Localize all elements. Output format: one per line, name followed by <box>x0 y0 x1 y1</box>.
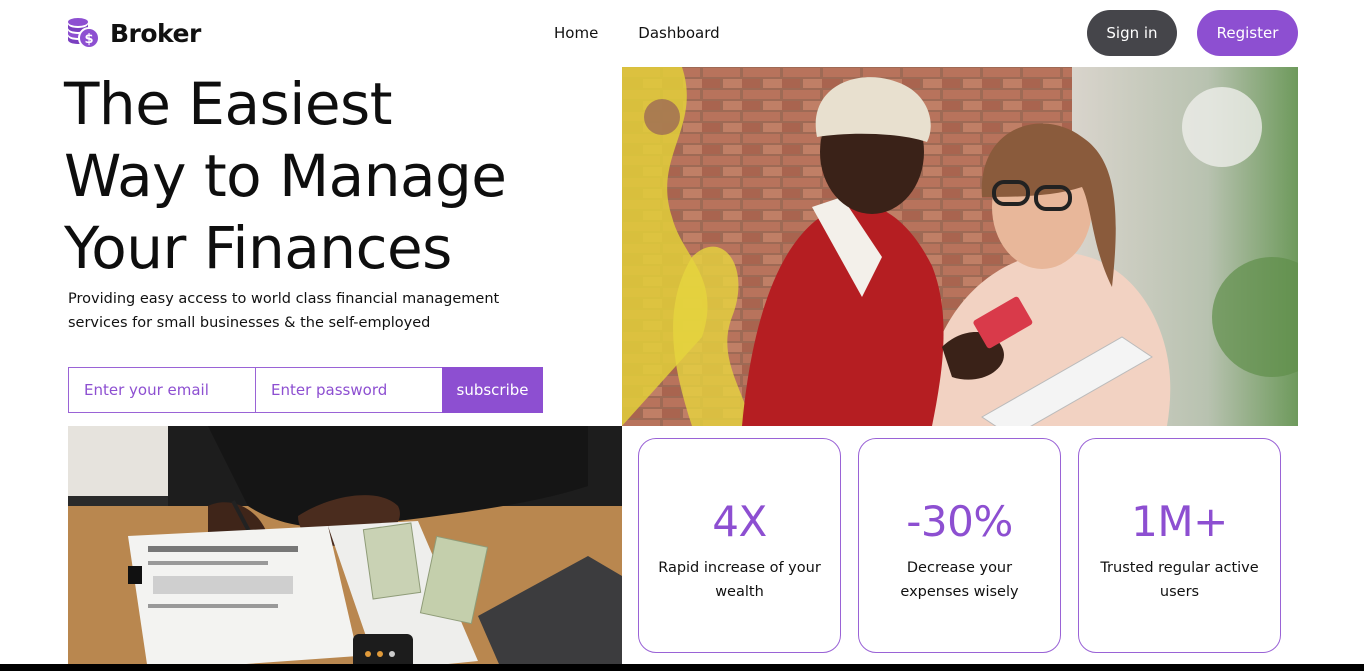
hero-title: The Easiest Way to Manage Your Finances <box>64 68 614 284</box>
stat-card: 1M+ Trusted regular active users <box>1078 438 1281 653</box>
stat-label: Decrease your expenses wisely <box>900 560 1019 600</box>
svg-text:$: $ <box>84 32 93 47</box>
stat-value: -30% <box>906 497 1013 546</box>
hero-photo-women <box>622 67 1298 426</box>
stat-card: -30% Decrease your expenses wisely <box>858 438 1061 653</box>
stat-value: 4X <box>712 497 767 546</box>
desk-photo-finances <box>68 426 622 671</box>
hero-title-line: Your Finances <box>64 214 452 282</box>
nav-dashboard-link[interactable]: Dashboard <box>638 24 719 42</box>
brand-logo[interactable]: $ Broker <box>66 16 201 50</box>
hero-title-line: The Easiest <box>64 70 392 138</box>
main-nav: Home Dashboard <box>554 24 720 42</box>
hero-subtitle: Providing easy access to world class fin… <box>68 291 500 331</box>
register-button[interactable]: Register <box>1197 10 1298 56</box>
email-input[interactable] <box>68 367 256 413</box>
nav-home-link[interactable]: Home <box>554 24 598 42</box>
hero-title-line: Way to Manage <box>64 142 507 210</box>
sign-in-button[interactable]: Sign in <box>1087 10 1177 56</box>
coins-dollar-icon: $ <box>68 18 100 49</box>
subscribe-button[interactable]: subscribe <box>442 367 543 413</box>
password-input[interactable] <box>255 367 443 413</box>
stat-label: Trusted regular active users <box>1100 560 1259 600</box>
stat-value: 1M+ <box>1131 497 1228 546</box>
stat-label: Rapid increase of your wealth <box>658 560 821 600</box>
subscribe-form: subscribe <box>68 367 543 413</box>
stat-card: 4X Rapid increase of your wealth <box>638 438 841 653</box>
bottom-bar <box>0 664 1364 671</box>
brand-name: Broker <box>110 18 201 48</box>
